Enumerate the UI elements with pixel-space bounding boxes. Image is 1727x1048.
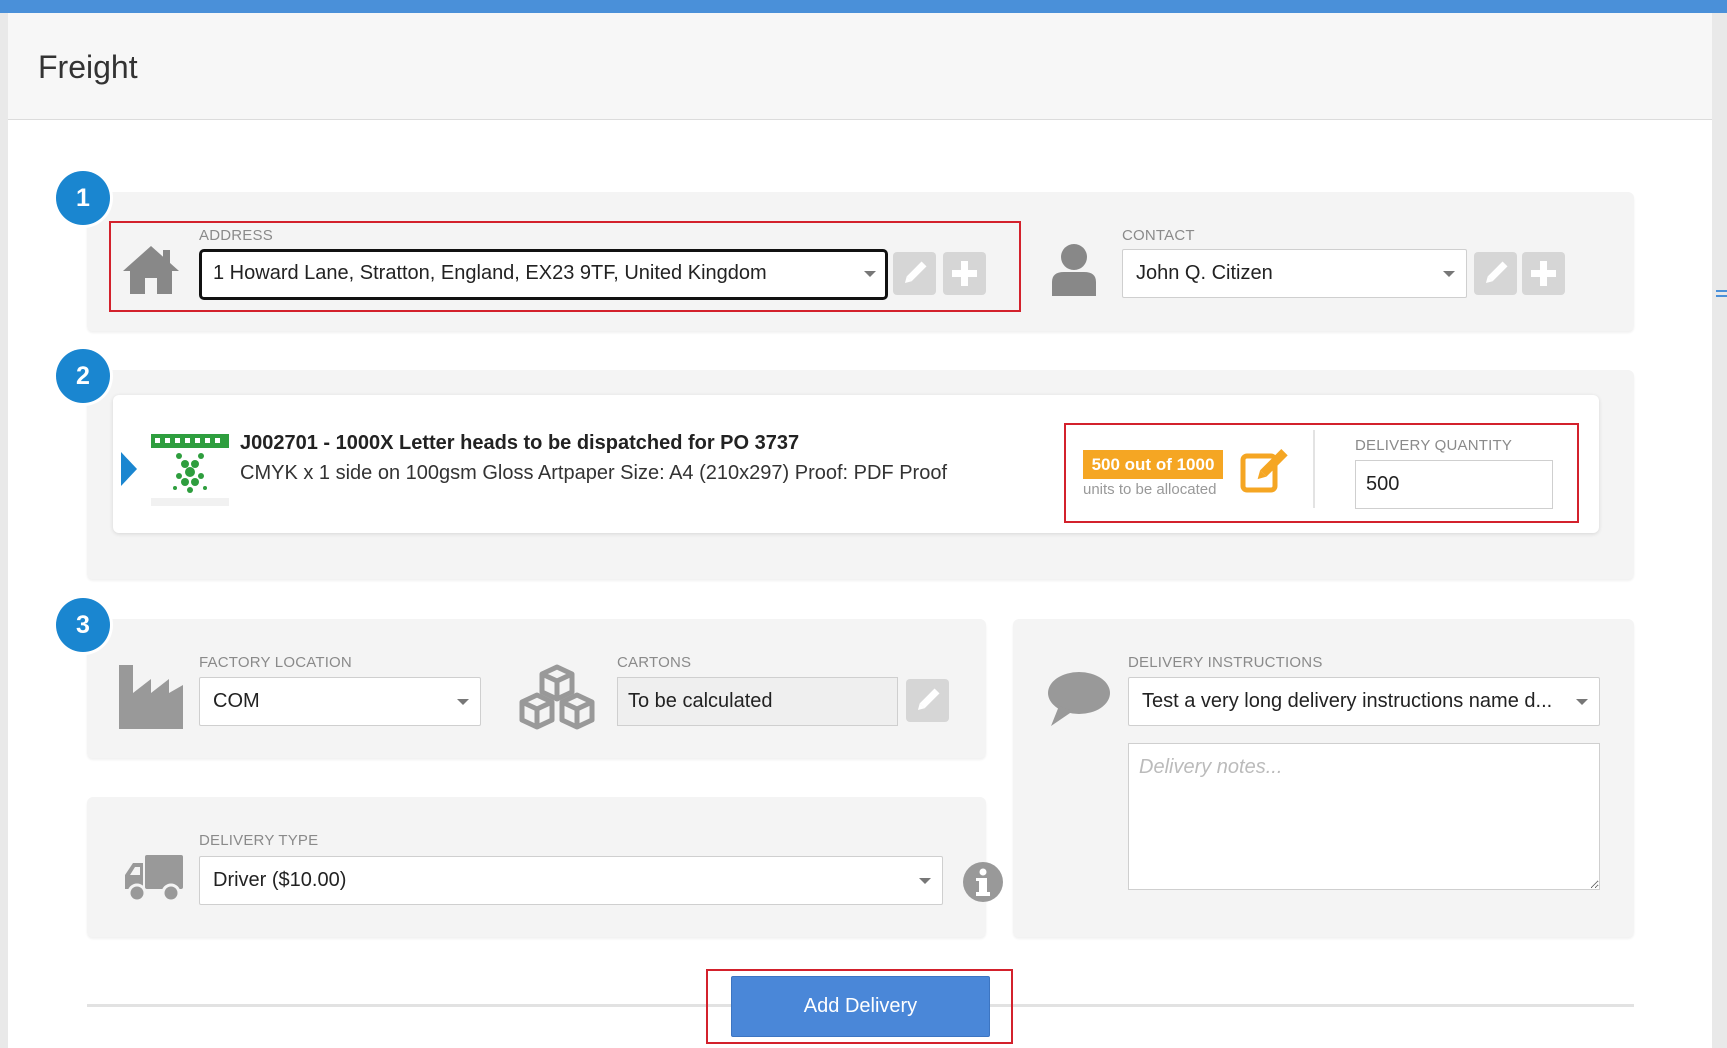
job-item-description: CMYK x 1 side on 100gsm Gloss Artpaper S… bbox=[240, 462, 948, 484]
product-thumbnail bbox=[149, 432, 231, 508]
allocation-note: units to be allocated bbox=[1083, 481, 1217, 498]
house-icon bbox=[123, 246, 179, 294]
allocation-divider bbox=[1313, 430, 1315, 508]
factory-location-select[interactable]: COM bbox=[199, 677, 481, 726]
edit-address-button[interactable] bbox=[893, 252, 936, 295]
factory-chevron-down-icon bbox=[457, 699, 469, 705]
delivery-quantity-input[interactable]: 500 bbox=[1355, 460, 1553, 509]
contact-label: CONTACT bbox=[1122, 227, 1195, 244]
contact-select[interactable]: John Q. Citizen bbox=[1122, 249, 1467, 298]
job-item-title: J002701 - 1000X Letter heads to be dispa… bbox=[240, 432, 800, 454]
factory-location-label: FACTORY LOCATION bbox=[199, 654, 352, 671]
boxes-icon bbox=[519, 664, 595, 730]
delivery-notes-textarea[interactable] bbox=[1128, 743, 1600, 890]
factory-icon bbox=[119, 665, 183, 729]
info-icon[interactable] bbox=[961, 860, 1005, 904]
delivery-instructions-label: DELIVERY INSTRUCTIONS bbox=[1128, 654, 1323, 671]
truck-icon bbox=[125, 855, 183, 903]
modal-top-accent bbox=[0, 0, 1727, 13]
delivery-type-label: DELIVERY TYPE bbox=[199, 832, 319, 849]
add-address-button[interactable] bbox=[943, 252, 986, 295]
step-3-badge: 3 bbox=[56, 598, 110, 652]
add-delivery-button[interactable]: Add Delivery bbox=[731, 976, 990, 1037]
edit-cartons-button[interactable] bbox=[906, 679, 949, 722]
delivery-instructions-chevron-down-icon bbox=[1576, 699, 1588, 705]
delivery-instructions-select[interactable]: Test a very long delivery instructions n… bbox=[1128, 677, 1600, 726]
background-page-left bbox=[0, 0, 8, 1048]
delivery-type-chevron-down-icon bbox=[919, 878, 931, 884]
address-chevron-down-icon bbox=[864, 271, 876, 277]
contact-chevron-down-icon bbox=[1443, 271, 1455, 277]
delivery-quantity-label: DELIVERY QUANTITY bbox=[1355, 437, 1513, 454]
edit-contact-button[interactable] bbox=[1474, 252, 1517, 295]
allocation-badge: 500 out of 1000 bbox=[1083, 450, 1223, 479]
background-page-right bbox=[1712, 0, 1727, 1048]
modal-header: Freight bbox=[8, 13, 1712, 120]
delivery-type-select[interactable]: Driver ($10.00) bbox=[199, 856, 943, 905]
speech-bubble-icon bbox=[1048, 672, 1110, 726]
expand-triangle-icon[interactable] bbox=[121, 452, 137, 486]
edit-allocation-icon[interactable] bbox=[1240, 446, 1292, 494]
add-contact-button[interactable] bbox=[1522, 252, 1565, 295]
step-2-badge: 2 bbox=[56, 349, 110, 403]
cartons-field: To be calculated bbox=[617, 677, 898, 726]
address-select[interactable]: 1 Howard Lane, Stratton, England, EX23 9… bbox=[199, 249, 888, 300]
cartons-label: CARTONS bbox=[617, 654, 692, 671]
modal-title: Freight bbox=[38, 49, 138, 85]
address-label: ADDRESS bbox=[199, 227, 273, 244]
person-icon bbox=[1052, 244, 1096, 296]
step-1-badge: 1 bbox=[56, 171, 110, 225]
